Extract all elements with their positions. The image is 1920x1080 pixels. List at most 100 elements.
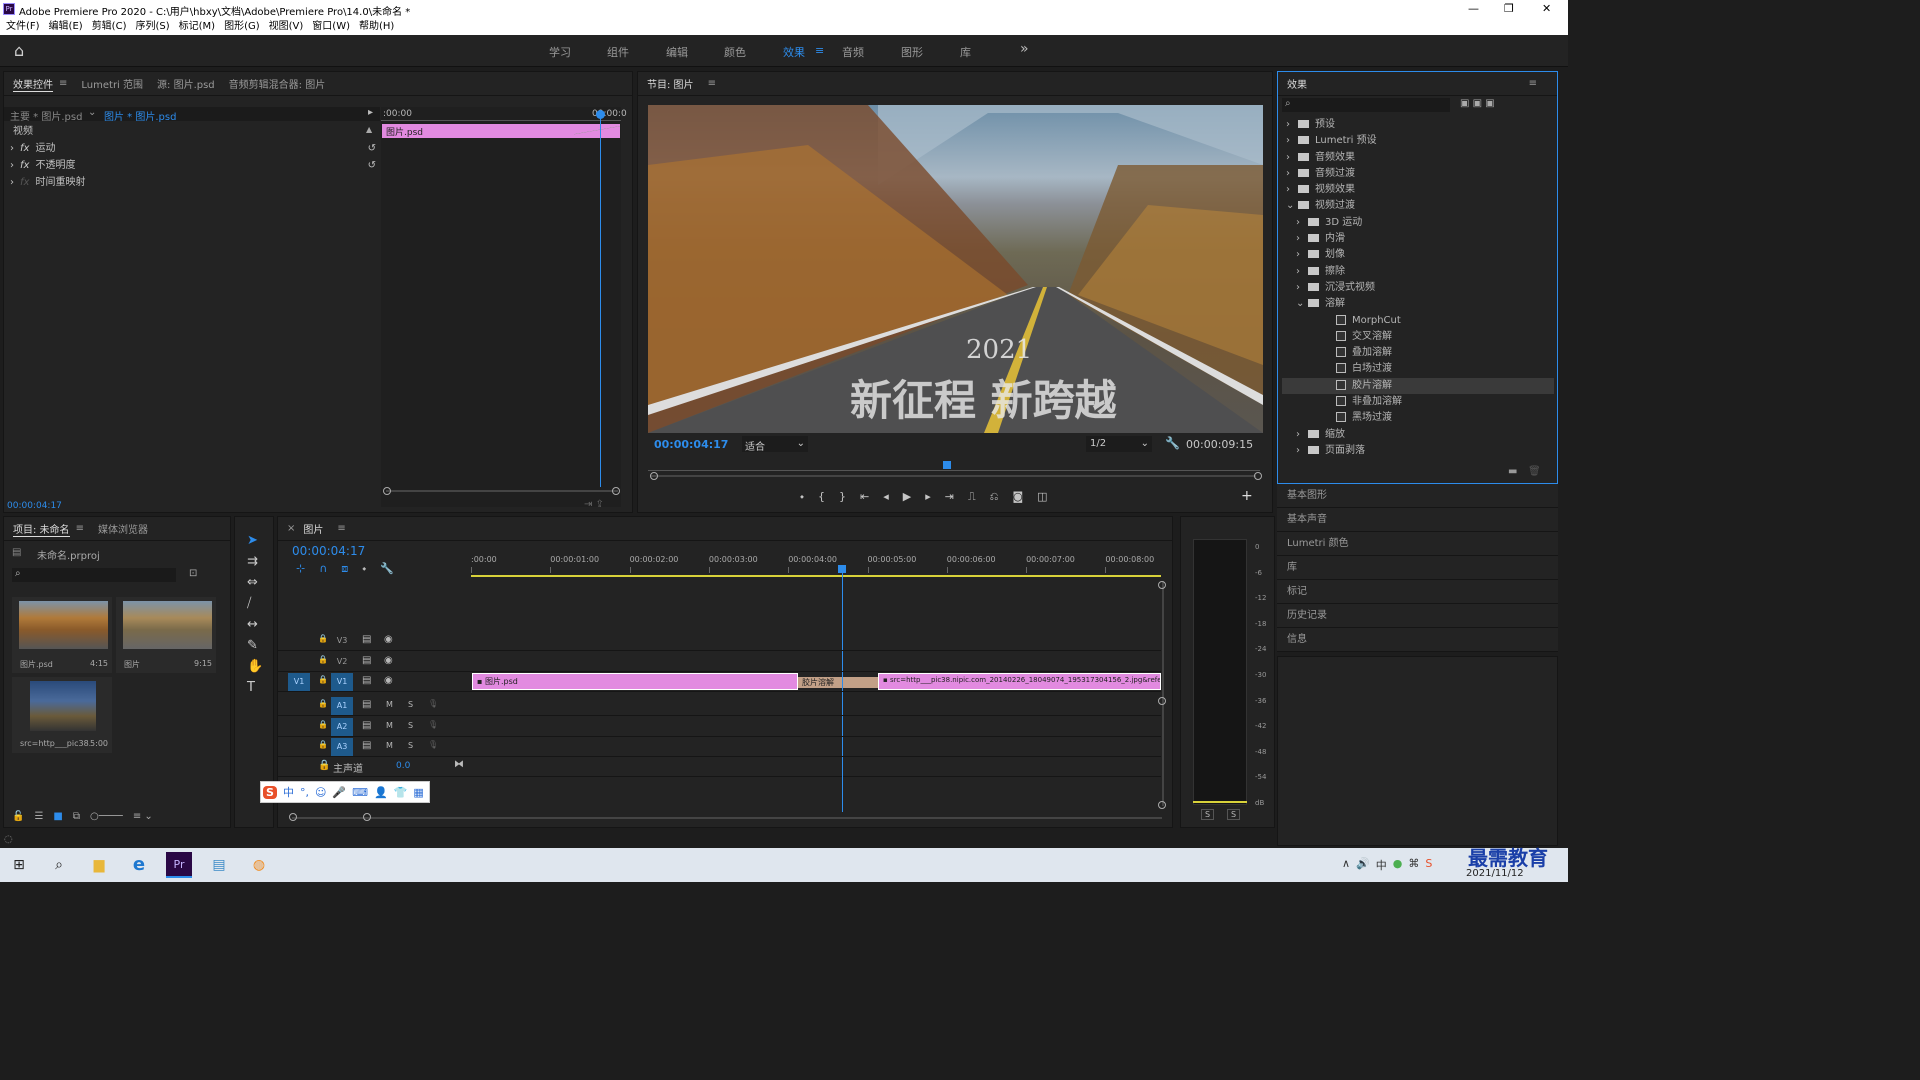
mic-icon[interactable]: 🎙 bbox=[428, 720, 438, 729]
chevron-right-icon[interactable]: › bbox=[1296, 443, 1304, 459]
effect-folder[interactable]: › 缩放 bbox=[1282, 427, 1554, 443]
list-view-icon[interactable]: ☰ bbox=[34, 811, 43, 822]
workspace-tab-5[interactable]: 音频 bbox=[842, 44, 864, 60]
lock-icon[interactable]: 🔒 bbox=[318, 699, 328, 708]
sync-lock-icon[interactable]: ▤ bbox=[362, 675, 371, 686]
track-label[interactable]: V3 bbox=[331, 632, 353, 650]
sync-lock-icon[interactable]: ▤ bbox=[362, 655, 371, 666]
effect-item[interactable]: 白场过渡 bbox=[1282, 361, 1554, 377]
pen-tool-icon[interactable]: ✎ bbox=[247, 638, 263, 653]
sogou-tray-icon[interactable]: S bbox=[1425, 857, 1432, 873]
razor-tool-icon[interactable]: ⧸ bbox=[247, 596, 263, 611]
effect-item[interactable]: 叠加溶解 bbox=[1282, 345, 1554, 361]
menu-item-5[interactable]: 图形(G) bbox=[224, 18, 260, 35]
side-panel-5[interactable]: 历史记录 bbox=[1277, 604, 1558, 628]
icon-view-icon[interactable]: ■ bbox=[53, 811, 62, 822]
chevron-right-icon[interactable]: › bbox=[1286, 166, 1294, 182]
chevron-right-icon[interactable]: › bbox=[1286, 182, 1294, 198]
ec-tab-0[interactable]: 效果控件 bbox=[13, 76, 53, 92]
play-icon[interactable]: ▶ bbox=[903, 490, 911, 504]
skin-icon[interactable]: 👕 bbox=[394, 786, 408, 799]
ec-tab-1[interactable]: Lumetri 范围 bbox=[81, 76, 143, 91]
zoom-handle-left[interactable] bbox=[650, 472, 658, 480]
volume-icon[interactable]: 🔊 bbox=[1356, 857, 1370, 873]
eye-icon[interactable]: ◉ bbox=[384, 634, 393, 645]
punctuation-icon[interactable]: °, bbox=[300, 786, 309, 799]
effect-item[interactable]: 胶片溶解 bbox=[1282, 377, 1554, 395]
side-panel-4[interactable]: 标记 bbox=[1277, 580, 1558, 604]
workspace-tab-2[interactable]: 编辑 bbox=[666, 44, 688, 60]
windows-start-icon[interactable]: ⊞ bbox=[6, 852, 32, 878]
home-icon[interactable]: ⌂ bbox=[14, 41, 24, 60]
network-icon[interactable]: ⌘ bbox=[1408, 857, 1419, 873]
type-tool-icon[interactable]: T bbox=[247, 680, 263, 695]
timeline-scroll-right[interactable] bbox=[363, 813, 371, 821]
add-marker-icon[interactable]: ⬩ bbox=[800, 490, 804, 504]
reset-icon[interactable]: ↺ bbox=[368, 157, 376, 174]
chevron-right-icon[interactable]: › bbox=[1296, 231, 1304, 247]
menu-item-8[interactable]: 帮助(H) bbox=[359, 18, 394, 35]
chevron-down-icon[interactable]: ⌄ bbox=[1286, 198, 1294, 214]
voice-icon[interactable]: 🎤 bbox=[332, 786, 346, 799]
effect-folder[interactable]: › 擦除 bbox=[1282, 264, 1554, 280]
track-label[interactable]: A2 bbox=[331, 717, 353, 736]
track-select-tool-icon[interactable]: ⇉ bbox=[247, 554, 263, 569]
app-icon[interactable]: ▤ bbox=[206, 852, 232, 878]
comparison-view-icon[interactable]: ◫ bbox=[1037, 490, 1047, 504]
chevron-right-icon[interactable]: › bbox=[1286, 150, 1294, 166]
side-panel-3[interactable]: 库 bbox=[1277, 556, 1558, 580]
user-icon[interactable]: 👤 bbox=[374, 786, 388, 799]
mark-in-icon[interactable]: { bbox=[818, 490, 825, 504]
eye-icon[interactable]: ◉ bbox=[384, 655, 393, 666]
solo-button[interactable]: S bbox=[408, 741, 413, 750]
zoom-handle-right[interactable] bbox=[1254, 472, 1262, 480]
effect-folder[interactable]: › 3D 运动 bbox=[1282, 215, 1554, 231]
tray-app-icon[interactable]: ● bbox=[1393, 857, 1403, 873]
effect-folder[interactable]: › 视频效果 bbox=[1282, 182, 1554, 198]
play-arrow-icon[interactable]: ▸ bbox=[368, 107, 373, 118]
nest-icon[interactable]: ⊹ bbox=[296, 562, 305, 576]
freeform-view-icon[interactable]: ⧉ bbox=[73, 811, 80, 822]
track-label[interactable]: V2 bbox=[331, 653, 353, 671]
master-clip-label[interactable]: 主要 * 图片.psd bbox=[10, 108, 82, 123]
menu-item-0[interactable]: 文件(F) bbox=[6, 18, 40, 35]
scroll-handle-right[interactable] bbox=[612, 487, 620, 495]
zoom-slider[interactable]: ○──── bbox=[90, 811, 123, 822]
chevron-right-icon[interactable]: › bbox=[1296, 215, 1304, 231]
mute-button[interactable]: M bbox=[386, 741, 393, 750]
side-panel-1[interactable]: 基本声音 bbox=[1277, 508, 1558, 532]
effect-folder[interactable]: ⌄ 视频过渡 bbox=[1282, 198, 1554, 214]
sync-lock-icon[interactable]: ▤ bbox=[362, 634, 371, 645]
panel-menu-icon[interactable]: ≡ bbox=[59, 78, 67, 89]
chevron-right-icon[interactable]: › bbox=[1286, 133, 1294, 149]
effect-folder[interactable]: › 音频效果 bbox=[1282, 150, 1554, 166]
reset-icon[interactable]: ↺ bbox=[368, 140, 376, 157]
sync-lock-icon[interactable]: ▤ bbox=[362, 720, 371, 731]
edge-icon[interactable]: e bbox=[126, 852, 152, 878]
workspace-menu-icon[interactable]: ≡ bbox=[815, 44, 824, 57]
ec-transition-block[interactable] bbox=[574, 124, 620, 138]
maximize-icon[interactable]: ❐ bbox=[1504, 2, 1514, 15]
timeline-ruler[interactable]: :00:00 00:00:01:00 00:00:02:00 00:00:03:00 0… bbox=[471, 553, 1161, 573]
effect-folder[interactable]: ⌄ 溶解 bbox=[1282, 296, 1554, 312]
lock-icon[interactable]: 🔒 bbox=[318, 655, 328, 664]
toolbox-icon[interactable]: ▦ bbox=[413, 786, 423, 799]
sequence-clip-label[interactable]: 图片 * 图片.psd bbox=[104, 108, 176, 123]
lock-icon[interactable]: 🔒 bbox=[318, 720, 328, 729]
mute-button[interactable]: M bbox=[386, 700, 393, 709]
ec-tab-3[interactable]: 音频剪辑混合器: 图片 bbox=[229, 76, 326, 91]
collapse-icon[interactable]: ⧓ bbox=[454, 759, 464, 770]
more-workspaces-icon[interactable]: » bbox=[1020, 41, 1029, 57]
project-tab-0[interactable]: 项目: 未命名 bbox=[13, 521, 70, 537]
track-label[interactable]: A1 bbox=[331, 697, 353, 715]
extract-icon[interactable]: ⎌ bbox=[990, 490, 999, 504]
search-icon[interactable]: ⌕ bbox=[46, 852, 72, 878]
sync-lock-icon[interactable]: ▤ bbox=[362, 699, 371, 710]
vscroll-top[interactable] bbox=[1158, 581, 1166, 589]
source-patch[interactable]: V1 bbox=[288, 673, 310, 691]
timeline-scroll-left[interactable] bbox=[289, 813, 297, 821]
ec-effect-row[interactable]: › fx 不透明度 ↺ bbox=[10, 157, 380, 174]
effect-item[interactable]: 交叉溶解 bbox=[1282, 329, 1554, 345]
camera-icon[interactable]: ◙ bbox=[1012, 490, 1023, 504]
export-icon[interactable]: ⇥ ⇪ bbox=[584, 499, 604, 510]
